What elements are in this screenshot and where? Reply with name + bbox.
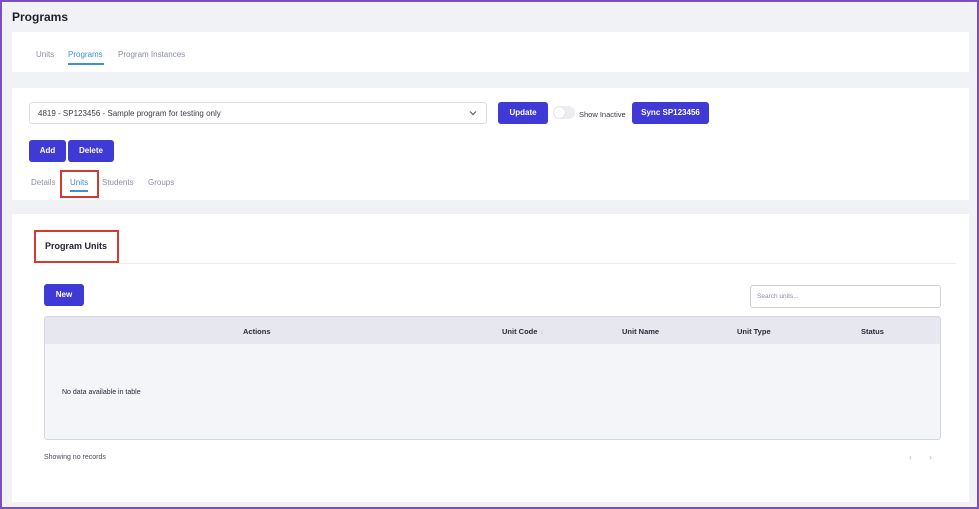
units-tab-highlight <box>60 170 99 198</box>
column-header-actions[interactable]: Actions <box>243 327 271 336</box>
empty-table-message: No data available in table <box>62 389 141 396</box>
delete-button[interactable]: Delete <box>68 140 114 162</box>
show-inactive-toggle[interactable] <box>553 106 575 119</box>
toggle-knob <box>554 107 565 118</box>
column-header-unit-name[interactable]: Unit Name <box>622 327 659 336</box>
tab-programs-underline <box>68 63 104 65</box>
program-units-highlight <box>34 230 119 263</box>
search-units-input[interactable] <box>750 285 941 308</box>
chevron-down-icon <box>469 111 477 116</box>
column-header-status[interactable]: Status <box>861 327 884 336</box>
column-header-unit-type[interactable]: Unit Type <box>737 327 771 336</box>
add-button[interactable]: Add <box>29 140 66 162</box>
tab-details[interactable]: Details <box>31 178 55 187</box>
tab-students[interactable]: Students <box>102 178 134 187</box>
top-tabs-bar: Units Programs Program Instances <box>12 32 969 72</box>
new-button[interactable]: New <box>44 284 84 306</box>
program-controls-card: 4819 - SP123456 - Sample program for tes… <box>12 88 969 200</box>
program-select[interactable]: 4819 - SP123456 - Sample program for tes… <box>29 102 487 124</box>
sort-arrow-icon: ↓ <box>540 330 544 336</box>
tab-programs[interactable]: Programs <box>68 50 103 59</box>
column-header-unit-code-label: Unit Code <box>502 327 538 336</box>
units-table: Actions Unit Code ↓ Unit Name Unit Type S… <box>44 316 941 440</box>
pager-prev-icon[interactable]: ‹ <box>909 452 912 462</box>
app-frame: Programs Units Programs Program Instance… <box>0 0 979 509</box>
show-inactive-label: Show Inactive <box>579 110 626 119</box>
tab-groups[interactable]: Groups <box>148 178 174 187</box>
program-units-card: Program Units New Actions Unit Code↓ Uni… <box>12 214 969 502</box>
pager-next-icon[interactable]: › <box>929 452 932 462</box>
tab-program-instances[interactable]: Program Instances <box>118 50 185 59</box>
table-header: Actions Unit Code ↓ Unit Name Unit Type S… <box>45 317 940 344</box>
update-button[interactable]: Update <box>498 102 548 124</box>
page-title: Programs <box>12 10 69 24</box>
tab-units[interactable]: Units <box>36 50 54 59</box>
column-header-unit-code[interactable]: Unit Code ↓ <box>502 327 543 336</box>
section-divider <box>119 263 956 264</box>
records-info: Showing no records <box>44 454 106 461</box>
program-select-value: 4819 - SP123456 - Sample program for tes… <box>38 109 221 118</box>
sync-button[interactable]: Sync SP123456 <box>632 102 709 124</box>
